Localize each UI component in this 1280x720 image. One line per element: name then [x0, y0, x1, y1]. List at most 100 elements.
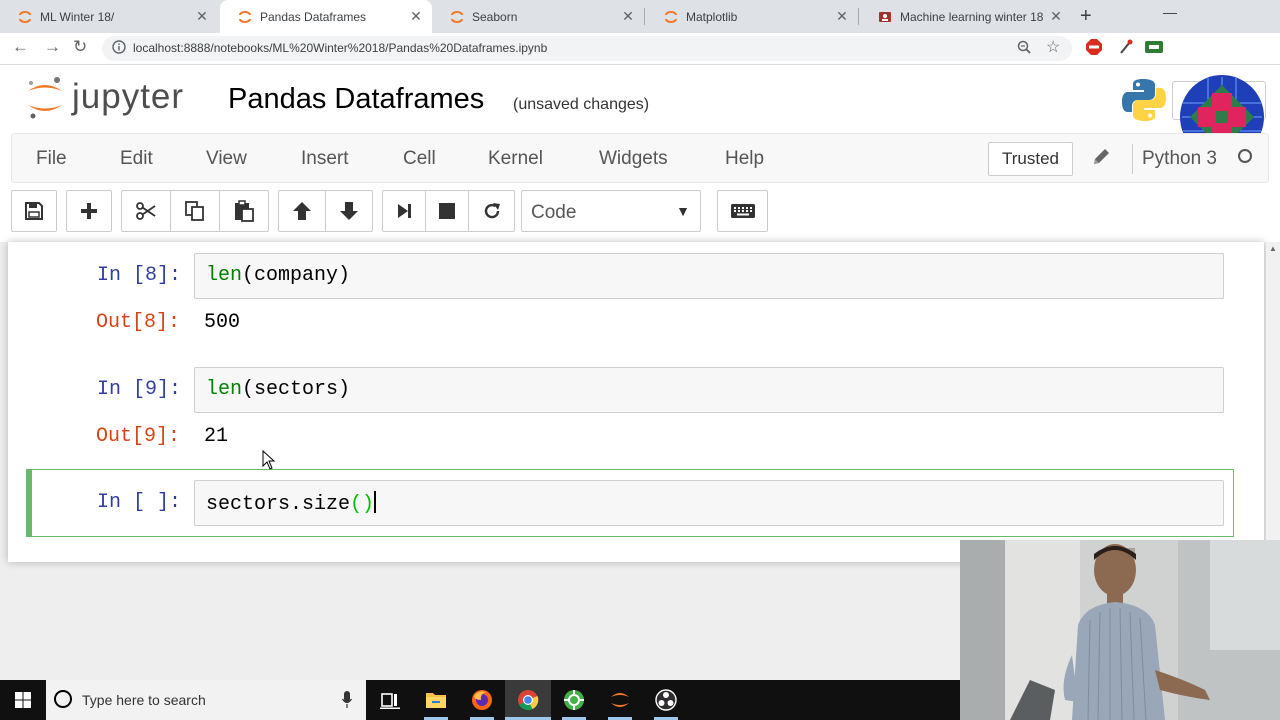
- close-tab-icon[interactable]: ✕: [832, 8, 852, 25]
- step-forward-icon: [398, 204, 411, 218]
- restart-kernel-button[interactable]: [468, 190, 515, 232]
- adblock-icon[interactable]: [1086, 39, 1102, 55]
- task-view-icon[interactable]: [378, 688, 402, 712]
- code-text: len(sectors): [206, 378, 350, 401]
- cell-output-prompt: Out[8]:: [96, 311, 181, 334]
- cell-input-prompt: In [ ]:: [97, 491, 182, 514]
- save-button[interactable]: [11, 190, 57, 232]
- menu-widgets[interactable]: Widgets: [599, 148, 668, 170]
- reload-icon[interactable]: ↻: [73, 37, 87, 57]
- close-tab-icon[interactable]: ✕: [406, 8, 426, 25]
- minimize-window-icon[interactable]: —: [1163, 4, 1177, 20]
- browser-tab-seaborn[interactable]: Seaborn ✕: [432, 0, 644, 33]
- stop-icon: [439, 203, 455, 219]
- eyedropper-extension-icon[interactable]: [1118, 38, 1134, 56]
- cell-input-prompt: In [9]:: [97, 378, 182, 401]
- floppy-disk-icon: [25, 202, 43, 220]
- firefox-icon[interactable]: [470, 688, 494, 712]
- keyboard-icon: [730, 204, 755, 218]
- python-logo-icon: [1122, 79, 1166, 121]
- close-tab-icon[interactable]: ✕: [192, 8, 212, 25]
- browser-tab-strip: ML Winter 18/ ✕ Pandas Dataframes ✕ Seab…: [0, 0, 1280, 33]
- code-argument: sectors: [254, 378, 339, 401]
- mouse-pointer-icon: [262, 450, 276, 470]
- browser-tab-ml-winter[interactable]: ML Winter 18/ ✕: [0, 0, 218, 33]
- obs-studio-icon[interactable]: [654, 688, 678, 712]
- command-palette-button[interactable]: [717, 190, 768, 232]
- jupyter-logo-icon[interactable]: [25, 75, 65, 121]
- code-paren: ): [338, 264, 351, 287]
- code-text: sectors.size(): [206, 491, 377, 516]
- extension-bw-icon[interactable]: [1145, 41, 1163, 53]
- back-icon[interactable]: ←: [12, 37, 29, 57]
- copy-icon: [185, 201, 204, 221]
- code-paren: (: [242, 264, 255, 287]
- search-placeholder: Type here to search: [82, 692, 206, 708]
- tab-divider: [858, 8, 859, 25]
- tab-title: ML Winter 18/: [40, 9, 115, 24]
- anaconda-navigator-icon[interactable]: [562, 688, 586, 712]
- url-text: localhost:8888/notebooks/ML%20Winter%201…: [133, 41, 548, 55]
- menu-edit[interactable]: Edit: [120, 148, 153, 170]
- browser-tab-matplotlib[interactable]: Matplotlib ✕: [646, 0, 858, 33]
- code-cell-input-active[interactable]: sectors.size(): [194, 480, 1224, 526]
- chrome-icon[interactable]: [516, 688, 540, 712]
- cell-type-select[interactable]: Code ▼: [521, 190, 701, 232]
- move-cell-up-button[interactable]: [278, 190, 326, 232]
- jupyter-logo-text[interactable]: jupyter: [72, 77, 184, 117]
- info-icon[interactable]: [112, 40, 126, 54]
- refresh-icon: [484, 203, 500, 219]
- menu-insert[interactable]: Insert: [301, 148, 349, 170]
- notebook-title[interactable]: Pandas Dataframes: [228, 83, 484, 116]
- scroll-up-icon[interactable]: ▲: [1269, 244, 1277, 253]
- code-cell-input[interactable]: len(company): [194, 253, 1224, 299]
- cut-cells-button[interactable]: [121, 190, 171, 232]
- clipboard-paste-icon: [235, 200, 254, 222]
- classroom-favicon-icon: [879, 11, 891, 22]
- paste-cells-button[interactable]: [219, 190, 269, 232]
- microphone-icon[interactable]: [342, 691, 352, 709]
- tab-title: Matplotlib: [686, 9, 738, 24]
- code-parens-matched: (): [350, 493, 375, 516]
- menu-kernel[interactable]: Kernel: [488, 148, 543, 170]
- close-tab-icon[interactable]: ✕: [618, 8, 638, 25]
- jupyter-app-icon[interactable]: [608, 688, 632, 712]
- code-cell-input[interactable]: len(sectors): [194, 367, 1224, 413]
- menu-view[interactable]: View: [206, 148, 247, 170]
- windows-start-icon[interactable]: [15, 692, 31, 708]
- run-cell-button[interactable]: [382, 190, 426, 232]
- browser-tab-pandas-dataframes[interactable]: Pandas Dataframes ✕: [220, 0, 432, 33]
- file-explorer-icon[interactable]: [424, 688, 448, 712]
- tab-title: Pandas Dataframes: [260, 9, 367, 24]
- arrow-up-icon: [293, 202, 311, 220]
- cell-type-value: Code: [531, 202, 577, 223]
- tab-divider: [644, 8, 645, 25]
- new-tab-icon[interactable]: +: [1080, 5, 1092, 28]
- notebook-menubar: File Edit View Insert Cell Kernel Widget…: [11, 133, 1269, 183]
- chevron-down-icon: ▼: [676, 203, 690, 219]
- trusted-indicator[interactable]: Trusted: [988, 142, 1073, 176]
- close-tab-icon[interactable]: ✕: [1046, 8, 1066, 25]
- plus-icon: [81, 203, 97, 219]
- code-builtin: len: [206, 264, 243, 287]
- zoom-icon[interactable]: [1017, 40, 1031, 54]
- taskbar-search-box[interactable]: Type here to search: [46, 680, 366, 720]
- interrupt-kernel-button[interactable]: [425, 190, 469, 232]
- move-cell-down-button[interactable]: [325, 190, 373, 232]
- tab-title: Seaborn: [472, 9, 518, 24]
- copy-cells-button[interactable]: [170, 190, 220, 232]
- forward-icon[interactable]: →: [44, 37, 61, 57]
- presenter-webcam: [960, 540, 1280, 720]
- kernel-name[interactable]: Python 3: [1142, 148, 1217, 170]
- insert-cell-below-button[interactable]: [66, 190, 112, 232]
- menu-file[interactable]: File: [36, 148, 67, 170]
- menu-cell[interactable]: Cell: [403, 148, 436, 170]
- code-paren: ): [338, 378, 351, 401]
- address-bar[interactable]: localhost:8888/notebooks/ML%20Winter%201…: [102, 36, 1072, 61]
- bookmark-star-icon[interactable]: ☆: [1046, 37, 1060, 57]
- browser-tab-machine-learning-winter[interactable]: Machine learning winter 18 ✕: [860, 0, 1072, 33]
- menu-help[interactable]: Help: [725, 148, 764, 170]
- jupyter-favicon-icon: [451, 10, 463, 23]
- pencil-icon[interactable]: [1090, 146, 1112, 168]
- presenter-webcam-image: [960, 540, 1280, 720]
